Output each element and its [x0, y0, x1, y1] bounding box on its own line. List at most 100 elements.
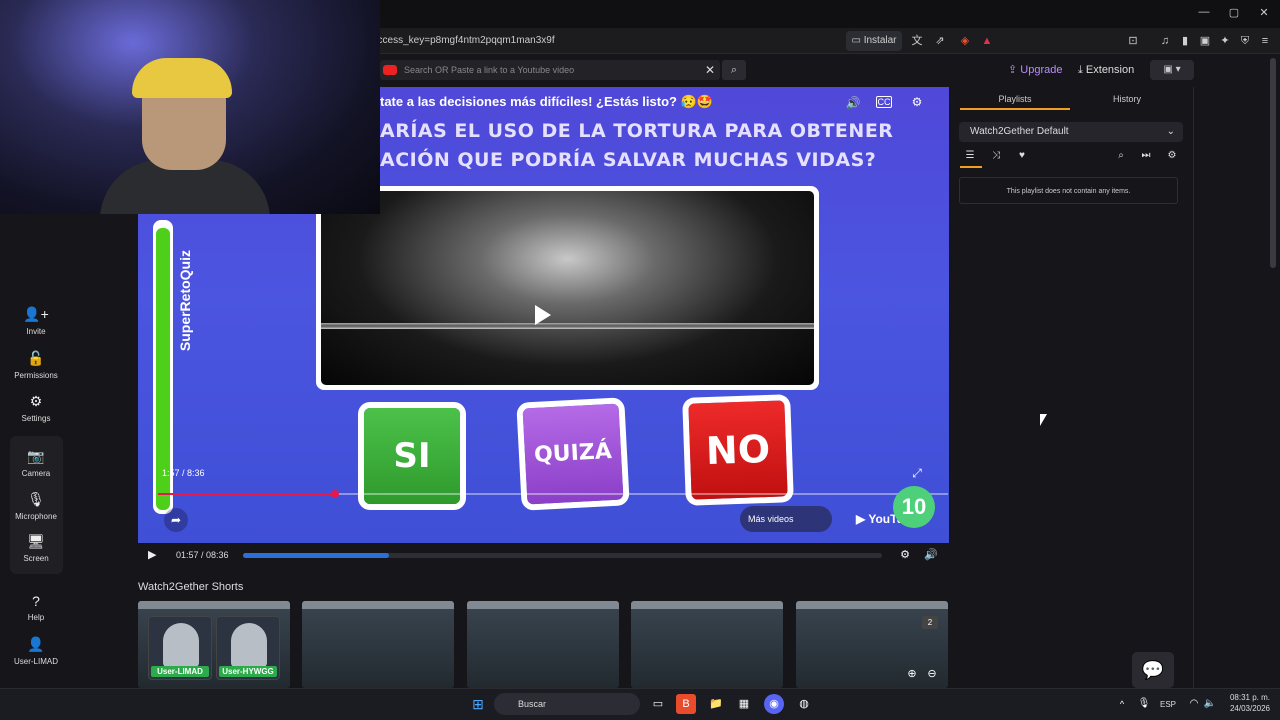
install-label: Instalar — [863, 35, 897, 46]
player-volume-icon[interactable]: 🔊 — [922, 548, 940, 561]
volume-icon[interactable]: 🔊 — [844, 96, 862, 110]
vpn-icon[interactable]: ⛨ — [1236, 31, 1254, 51]
brave-rewards-icon[interactable]: ▲ — [978, 31, 996, 51]
obs-icon[interactable]: ◍ — [794, 694, 814, 714]
shorts-section-title: Watch2Gether Shorts — [138, 581, 244, 593]
windows-start-icon[interactable]: ⊞ — [468, 694, 488, 714]
camera-icon: 📷 — [27, 448, 45, 464]
short-thumbnail[interactable] — [631, 601, 783, 688]
search-button[interactable]: ⌕ — [722, 60, 746, 80]
extension-button[interactable]: ⤓ Extension — [1078, 61, 1134, 79]
gear-icon[interactable]: ⚙ — [1165, 150, 1179, 161]
menu-icon[interactable]: ≡ — [1256, 31, 1274, 51]
shuffle-icon[interactable]: ⤨ — [989, 150, 1003, 161]
extensions-icon[interactable]: ✦ — [1216, 31, 1234, 51]
windows-taskbar — [0, 688, 1280, 720]
play-button[interactable]: ▶ — [148, 548, 162, 562]
input-language[interactable]: ESP — [1160, 700, 1176, 709]
wallet-icon[interactable]: ▣ — [1196, 31, 1214, 51]
skip-icon[interactable]: ⏭ — [1139, 150, 1153, 161]
user-card[interactable]: User-LIMAD — [148, 616, 212, 680]
microphone-icon: 🎙 — [27, 491, 45, 507]
share-video-icon[interactable]: ➦ — [164, 508, 188, 532]
permissions-button[interactable]: 🔓 Permissions — [8, 350, 64, 380]
player-time: 01:57 / 08:36 — [176, 550, 229, 560]
active-tab-indicator — [960, 108, 1070, 110]
more-videos-button[interactable]: Más videos — [740, 506, 832, 532]
video-settings-icon[interactable]: ⚙ — [908, 95, 926, 109]
zoom-in-icon[interactable]: ⊕ — [903, 667, 921, 680]
tray-mic-icon[interactable]: 🎙 — [1134, 694, 1154, 714]
settings-button[interactable]: ⚙ Settings — [8, 393, 64, 423]
install-icon: ▭ — [851, 35, 864, 46]
player-progress-fill — [243, 553, 389, 558]
search-icon[interactable]: ⌕ — [1114, 150, 1128, 161]
extension-label: Extension — [1085, 64, 1135, 76]
short-thumbnail[interactable] — [467, 601, 619, 688]
tab-playlists[interactable]: Playlists — [960, 94, 1070, 104]
help-label: Help — [27, 613, 45, 622]
close-window-button[interactable]: ✕ — [1254, 6, 1274, 19]
captions-icon[interactable]: CC — [876, 96, 892, 108]
brave-browser-icon[interactable]: B — [676, 694, 696, 714]
clock-time: 08:31 p. m. — [1229, 693, 1271, 702]
screenshot-icon[interactable]: ⊡ — [1124, 31, 1142, 51]
heart-icon[interactable]: ♥ — [1015, 150, 1029, 161]
video-title: tate a las decisiones más difíciles! ¿Es… — [380, 94, 713, 109]
minimize-button[interactable]: — — [1194, 6, 1214, 18]
camera-button[interactable]: 📷 Camera — [8, 448, 64, 478]
webcam-overlay — [0, 0, 380, 214]
user-card[interactable]: User-HYWGG — [216, 616, 280, 680]
taskbar-search[interactable]: Buscar — [494, 693, 640, 715]
layout-dropdown[interactable]: ▣ ▾ — [1150, 60, 1194, 80]
file-explorer-icon[interactable]: 📁 — [706, 694, 726, 714]
webcam-person-cap — [132, 58, 232, 98]
brave-shield-icon[interactable]: ◈ — [956, 31, 974, 51]
user-icon: 👤 — [27, 636, 45, 652]
empty-playlist-message: This playlist does not contain any items… — [959, 177, 1178, 204]
task-view-icon[interactable]: ▭ — [648, 694, 668, 714]
youtube-icon — [383, 65, 397, 75]
tray-chevron-icon[interactable]: ^ — [1112, 694, 1132, 714]
upgrade-button[interactable]: ⇪ Upgrade — [1008, 61, 1062, 79]
short-thumbnail[interactable] — [302, 601, 454, 688]
fullscreen-icon[interactable]: ⤢ — [908, 466, 926, 481]
translate-icon[interactable]: 文 — [908, 31, 926, 51]
playlist-select[interactable]: Watch2Gether Default ⌄ — [959, 122, 1183, 142]
microphone-button[interactable]: 🎙 Microphone — [8, 491, 64, 521]
share-icon[interactable]: ⇗ — [931, 31, 949, 51]
music-icon[interactable]: ♫ — [1156, 31, 1174, 51]
taskbar-clock[interactable]: 08:31 p. m. 24/03/2026 — [1222, 692, 1278, 714]
playlist-name: Watch2Gether Default — [970, 126, 1069, 137]
countdown-badge: 10 — [893, 486, 935, 528]
user-name: User-HYWGG — [219, 666, 277, 677]
clear-search-button[interactable]: ✕ — [702, 61, 718, 79]
maximize-button[interactable]: ▢ — [1224, 6, 1244, 19]
zoom-out-icon[interactable]: ⊖ — [923, 667, 941, 680]
video-search-input[interactable]: Search OR Paste a link to a Youtube vide… — [380, 60, 720, 80]
question-image — [316, 186, 819, 390]
tab-history[interactable]: History — [1072, 94, 1182, 104]
speaker-icon[interactable]: 🔈 — [1200, 694, 1220, 714]
chevron-down-icon: ⌄ — [1166, 126, 1175, 137]
shorts-count-badge: 2 — [922, 616, 938, 629]
video-overlay-scrubber[interactable] — [331, 490, 339, 498]
user-profile-button[interactable]: 👤 User-LIMAD — [8, 636, 64, 666]
sidebar-toggle-icon[interactable]: ▮ — [1176, 31, 1194, 51]
player-settings-icon[interactable]: ⚙ — [896, 548, 914, 561]
avatar — [163, 623, 199, 667]
screen-share-button[interactable]: 🖥 Screen — [8, 533, 64, 563]
install-app-button[interactable]: ▭ Instalar — [846, 31, 902, 51]
page-scrollbar[interactable] — [1270, 58, 1276, 268]
discord-icon[interactable]: ◉ — [764, 694, 784, 714]
address-bar[interactable]: access_key=p8mgf4ntm2pqqm1man3x9f — [372, 31, 842, 51]
play-icon[interactable] — [535, 305, 551, 325]
screen-label: Screen — [23, 554, 49, 563]
invite-button[interactable]: 👤+ Invite — [8, 306, 64, 336]
search-icon: ⌕ — [730, 64, 738, 76]
help-button[interactable]: ? Help — [8, 593, 64, 622]
list-icon[interactable]: ☰ — [963, 150, 977, 161]
store-icon[interactable]: ▦ — [734, 694, 754, 714]
download-icon: ⤓ — [1078, 64, 1086, 76]
chat-button[interactable]: 💬 — [1132, 652, 1174, 688]
